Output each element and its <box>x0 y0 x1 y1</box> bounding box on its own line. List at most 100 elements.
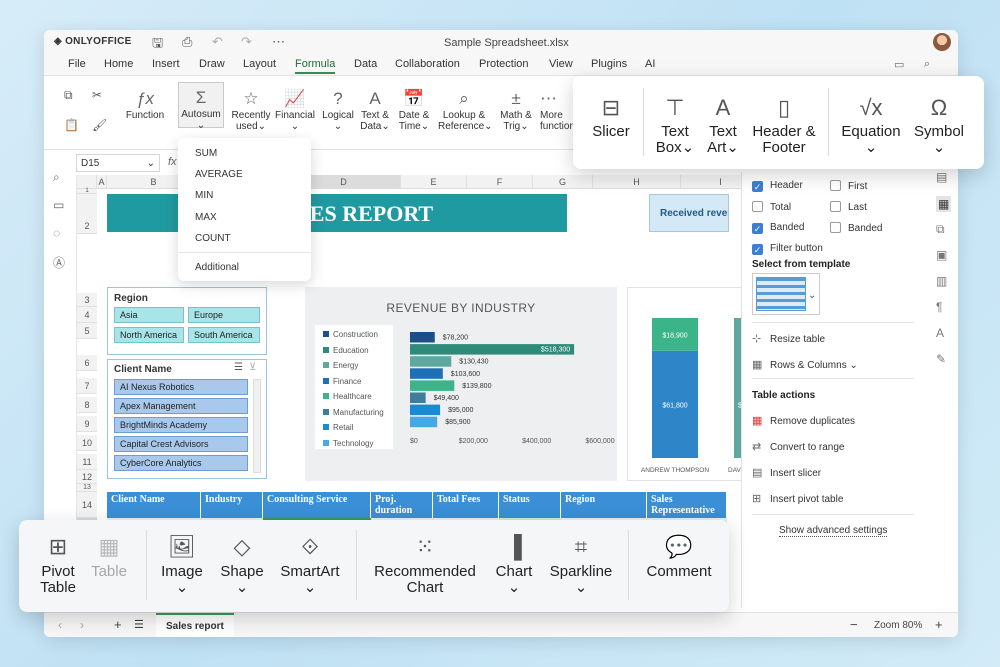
table-header-cell[interactable]: Region <box>561 492 647 518</box>
menu-view[interactable]: View <box>549 58 573 70</box>
paragraph-settings-icon[interactable]: ¶ <box>936 300 942 314</box>
menu-draw[interactable]: Draw <box>199 58 225 70</box>
paste-icon[interactable]: 📋 <box>64 118 79 132</box>
table-option-checkbox[interactable]: ✓ Header <box>752 180 803 192</box>
header-footer-button[interactable]: ▯ Header & Footer <box>749 94 819 156</box>
menu-layout[interactable]: Layout <box>243 58 276 70</box>
spellcheck-icon[interactable]: Ⓐ <box>53 254 65 271</box>
row-header-11[interactable]: 11 <box>77 454 97 470</box>
bar[interactable] <box>410 368 443 379</box>
menu-insert[interactable]: Insert <box>152 58 180 70</box>
table-header-cell[interactable]: Client Name <box>107 492 201 518</box>
insert-pivot-action[interactable]: ⊞ Insert pivot table <box>752 492 843 505</box>
sales-rep-chart[interactable]: $61,800$18,900$9ANDREW THOMPSONDAVID N <box>627 287 760 481</box>
save-icon[interactable]: 🖫 <box>152 34 163 56</box>
menu-item-additional[interactable]: Additional <box>195 262 239 273</box>
row-header-10[interactable]: 10 <box>77 435 97 451</box>
table-option-checkbox[interactable]: Total <box>752 201 791 213</box>
open-file-location-icon[interactable]: ▭ <box>894 58 904 71</box>
table-option-checkbox[interactable]: ✓ Filter button <box>752 243 823 255</box>
slicer-item-client[interactable]: Capital Crest Advisors <box>114 436 248 452</box>
table-option-checkbox[interactable]: Banded <box>830 222 882 234</box>
image-settings-icon[interactable]: ▣ <box>936 248 947 262</box>
sheet-tab-sales-report[interactable]: Sales report <box>156 613 234 637</box>
sparkline-button[interactable]: ⌗ Sparkline ⌄ <box>545 532 617 596</box>
math-trig-button[interactable]: ± Math & Trig⌄ <box>496 88 536 132</box>
slicer-item-client[interactable]: CyberCore Analytics <box>114 455 248 471</box>
row-header-14[interactable]: 14 <box>77 492 97 518</box>
menu-item-count[interactable]: COUNT <box>195 233 231 244</box>
table-option-checkbox[interactable]: First <box>830 180 867 192</box>
name-box[interactable]: D15 ⌄ <box>76 154 160 172</box>
logical-button[interactable]: ? Logical ⌄ <box>320 88 356 132</box>
slicer-item-client[interactable]: Apex Management <box>114 398 248 414</box>
advanced-settings-link[interactable]: Show advanced settings <box>779 525 888 537</box>
menu-item-average[interactable]: AVERAGE <box>195 169 243 180</box>
text-art-button[interactable]: A Text Art⌄ <box>703 94 743 156</box>
user-avatar[interactable] <box>933 33 951 51</box>
bar[interactable] <box>410 392 426 404</box>
financial-button[interactable]: 📈 Financial ⌄ <box>274 88 316 132</box>
row-header-8[interactable]: 8 <box>77 397 97 413</box>
text-box-button[interactable]: ⊤ Text Box⌄ <box>655 94 695 156</box>
menu-plugins[interactable]: Plugins <box>591 58 627 70</box>
table-option-checkbox[interactable]: Last <box>830 201 867 213</box>
signature-settings-icon[interactable]: ✎ <box>936 352 946 366</box>
shape-button[interactable]: ◇ Shape ⌄ <box>215 532 269 596</box>
menu-item-min[interactable]: MIN <box>195 190 213 201</box>
menu-item-sum[interactable]: SUM <box>195 148 217 159</box>
row-header-3[interactable]: 3 <box>77 293 97 307</box>
table-header-cell[interactable]: Industry <box>201 492 263 518</box>
slicer-item-client[interactable]: BrightMinds Academy <box>114 417 248 433</box>
table-header-cell[interactable]: Consulting Service <box>263 492 371 518</box>
more-icon[interactable]: ⋯ <box>272 34 285 50</box>
recommended-chart-button[interactable]: ⁙ Recommended Chart <box>369 532 481 596</box>
bar[interactable] <box>410 404 441 416</box>
slicer-item-client[interactable]: AI Nexus Robotics <box>114 379 248 395</box>
chart-settings-icon[interactable]: ▥ <box>936 274 947 288</box>
function-button[interactable]: ƒx Function <box>124 88 166 121</box>
text-data-button[interactable]: A Text & Data⌄ <box>358 88 392 132</box>
bar[interactable] <box>410 416 438 428</box>
remove-duplicates-action[interactable]: ▦ Remove duplicates <box>752 414 855 427</box>
column-header-a[interactable]: A <box>97 175 107 189</box>
row-header-2[interactable]: 2 <box>77 194 97 234</box>
text-art-settings-icon[interactable]: A <box>936 326 944 340</box>
comment-icon[interactable]: ▭ <box>53 198 64 212</box>
convert-to-range-action[interactable]: ⇄ Convert to range <box>752 440 845 453</box>
slicer-item-south-america[interactable]: South America <box>188 327 260 343</box>
print-icon[interactable]: ⎙ <box>182 34 192 50</box>
menu-ai[interactable]: AI <box>645 58 655 70</box>
autosum-button[interactable]: Σ Autosum ⌄ <box>178 82 224 131</box>
rows-columns-action[interactable]: ▦ Rows & Columns ⌄ <box>752 358 858 371</box>
table-header-cell[interactable]: Sales Representative <box>647 492 727 518</box>
cell-settings-icon[interactable]: ▤ <box>936 170 947 184</box>
equation-button[interactable]: √x Equation ⌄ <box>839 94 903 156</box>
row-header-9[interactable]: 9 <box>77 416 97 432</box>
multi-select-icon[interactable]: ☰ <box>234 362 243 373</box>
smartart-button[interactable]: ⟐ SmartArt ⌄ <box>275 532 345 596</box>
search-icon[interactable]: ⌕ <box>924 58 930 71</box>
spreadsheet-grid[interactable]: A B C D E F G H I 1 2 3 4 5 6 7 8 9 10 1… <box>76 175 761 575</box>
add-sheet-icon[interactable]: + <box>114 617 122 632</box>
menu-file[interactable]: File <box>68 58 86 70</box>
slicer-button[interactable]: ⊟ Slicer <box>588 94 634 140</box>
menu-data[interactable]: Data <box>354 58 377 70</box>
menu-item-max[interactable]: MAX <box>195 212 217 223</box>
chat-icon[interactable]: ◌ <box>53 226 60 240</box>
table-header-cell[interactable]: Status <box>499 492 561 518</box>
image-button[interactable]: 🖼 Image ⌄ <box>157 532 207 596</box>
column-header-e[interactable]: E <box>401 175 467 189</box>
slicer-item-europe[interactable]: Europe <box>188 307 260 323</box>
shape-settings-icon[interactable]: ⧉ <box>936 222 945 237</box>
slicer-item-north-america[interactable]: North America <box>114 327 184 343</box>
zoom-out-icon[interactable]: − <box>850 617 858 632</box>
menu-collaboration[interactable]: Collaboration <box>395 58 460 70</box>
revenue-chart[interactable]: REVENUE BY INDUSTRY Construction Educatio… <box>305 287 617 481</box>
bar[interactable] <box>410 380 455 391</box>
fx-icon[interactable]: fx <box>168 156 177 168</box>
menu-formula[interactable]: Formula <box>295 58 336 74</box>
prev-sheet-icon[interactable]: ‹ <box>58 618 62 632</box>
bar[interactable] <box>410 332 435 343</box>
format-painter-icon[interactable]: 🖌 <box>92 118 107 132</box>
